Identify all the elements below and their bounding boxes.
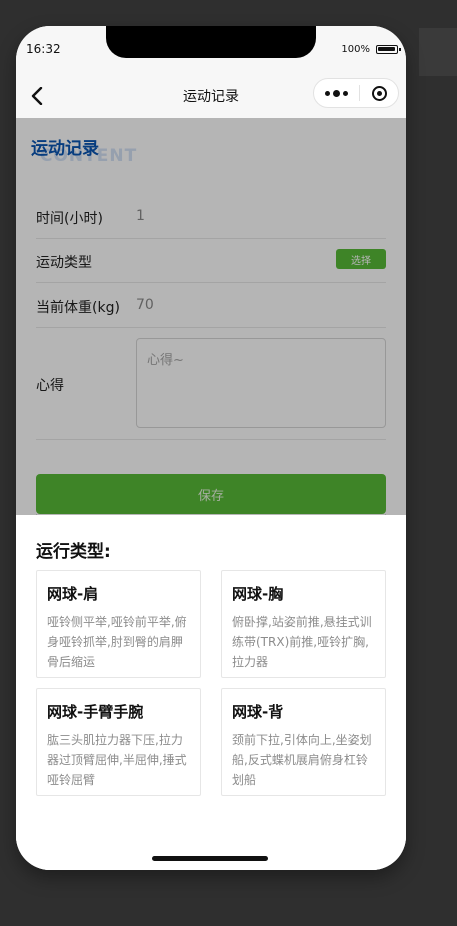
navigation-bar: 运动记录 (16, 74, 406, 118)
home-indicator (152, 856, 268, 861)
battery-status: 100% (341, 44, 401, 55)
phone-notch (106, 26, 316, 58)
type-card-back[interactable]: 网球-背 颈前下拉,引体向上,坐姿划船,反式蝶机展肩俯身杠铃划船 (221, 688, 386, 796)
type-card-shoulder[interactable]: 网球-肩 哑铃侧平举,哑铃前平举,俯身哑铃抓举,肘到臀的肩胛骨后缩运 (36, 570, 201, 678)
desktop-background-strip (419, 28, 457, 76)
sheet-title: 运行类型: (36, 542, 111, 562)
type-card-description: 颈前下拉,引体向上,坐姿划船,反式蝶机展肩俯身杠铃划船 (232, 733, 372, 787)
more-button[interactable] (314, 79, 359, 107)
modal-overlay[interactable] (16, 118, 406, 515)
phone-frame: 16:32 100% 运动记录 CONTENT 运动记录 时间(小时) 1 运动… (16, 26, 406, 870)
close-mini-program-button[interactable] (360, 79, 398, 107)
type-card-description: 肱三头肌拉力器下压,拉力器过顶臂屈伸,半屈伸,捶式哑铃屈臂 (47, 733, 187, 787)
type-card-title: 网球-肩 (47, 585, 99, 603)
more-dots-icon (325, 90, 331, 96)
mini-program-capsule (313, 78, 399, 108)
more-dots-icon (343, 90, 349, 96)
target-circle-icon (371, 85, 387, 101)
type-card-title: 网球-背 (232, 703, 284, 721)
more-dots-icon (333, 89, 341, 97)
status-time: 16:32 (26, 42, 61, 56)
type-card-description: 俯卧撑,站姿前推,悬挂式训练带(TRX)前推,哑铃扩胸,拉力器 (232, 615, 372, 669)
type-card-title: 网球-手臂手腕 (47, 703, 144, 721)
battery-percentage: 100% (341, 44, 370, 55)
type-card-arm-wrist[interactable]: 网球-手臂手腕 肱三头肌拉力器下压,拉力器过顶臂屈伸,半屈伸,捶式哑铃屈臂 (36, 688, 201, 796)
exercise-type-sheet: 运行类型: 网球-肩 哑铃侧平举,哑铃前平举,俯身哑铃抓举,肘到臀的肩胛骨后缩运… (16, 515, 406, 870)
battery-icon (376, 45, 401, 54)
type-card-chest[interactable]: 网球-胸 俯卧撑,站姿前推,悬挂式训练带(TRX)前推,哑铃扩胸,拉力器 (221, 570, 386, 678)
type-card-description: 哑铃侧平举,哑铃前平举,俯身哑铃抓举,肘到臀的肩胛骨后缩运 (47, 615, 187, 669)
type-card-title: 网球-胸 (232, 585, 284, 603)
